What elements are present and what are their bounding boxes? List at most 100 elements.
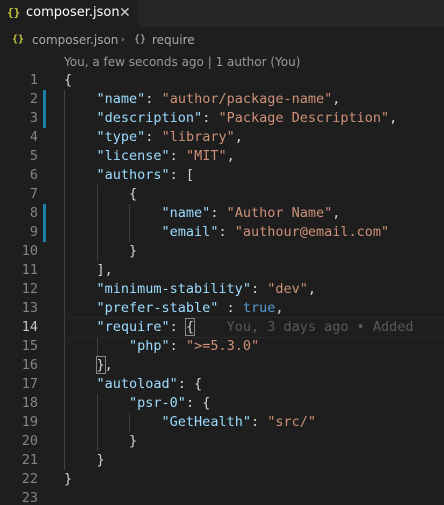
code-line[interactable]: 9 "email": "authour@email.com" bbox=[0, 223, 444, 242]
json-punctuation bbox=[64, 338, 129, 354]
chevron-right-icon: › bbox=[121, 35, 125, 45]
line-code: } bbox=[64, 451, 105, 470]
modified-line-marker[interactable] bbox=[43, 204, 46, 223]
line-number: 11 bbox=[21, 262, 38, 278]
line-number: 5 bbox=[29, 148, 38, 164]
line-code: "email": "authour@email.com" bbox=[64, 223, 390, 242]
line-code: }, bbox=[64, 356, 113, 375]
json-key: "type" bbox=[96, 129, 146, 145]
json-punctuation: } bbox=[64, 243, 138, 259]
line-code: "autoload": { bbox=[64, 375, 203, 394]
breadcrumb-symbol[interactable]: require bbox=[152, 29, 195, 51]
code-line[interactable]: 22} bbox=[0, 470, 444, 489]
json-punctuation bbox=[64, 224, 162, 240]
line-number: 10 bbox=[21, 243, 38, 259]
code-line[interactable]: 8 "name": "Author Name", bbox=[0, 204, 444, 223]
code-line[interactable]: 2 "name": "author/package-name", bbox=[0, 90, 444, 109]
json-punctuation: ], bbox=[64, 262, 113, 278]
json-string: "Author Name" bbox=[226, 205, 333, 221]
line-number: 13 bbox=[21, 300, 38, 316]
json-punctuation: : [ bbox=[169, 167, 195, 183]
json-string: "Package Description" bbox=[218, 110, 390, 126]
code-editor[interactable]: 1{2 "name": "author/package-name", 3 "des… bbox=[0, 71, 444, 505]
code-line[interactable]: 1{ bbox=[0, 71, 444, 90]
json-key: "minimum-stability" bbox=[96, 281, 251, 297]
code-line[interactable]: 13 "prefer-stable" : true, bbox=[0, 299, 444, 318]
code-line[interactable]: 6 "authors": [ bbox=[0, 166, 444, 185]
code-line[interactable]: 12 "minimum-stability": "dev", bbox=[0, 280, 444, 299]
line-number: 8 bbox=[29, 205, 38, 221]
json-file-icon: {} bbox=[12, 34, 25, 45]
code-line[interactable]: 17 "autoload": { bbox=[0, 375, 444, 394]
json-key: "email" bbox=[161, 224, 219, 240]
json-punctuation: } bbox=[64, 471, 73, 487]
json-punctuation bbox=[64, 357, 97, 373]
line-code: ], bbox=[64, 261, 113, 280]
code-line[interactable]: 16 }, bbox=[0, 356, 444, 375]
matched-bracket: { bbox=[184, 318, 196, 336]
code-line[interactable]: 7 { bbox=[0, 185, 444, 204]
json-punctuation: : bbox=[250, 281, 268, 297]
modified-line-marker[interactable] bbox=[43, 223, 46, 242]
line-code: "description": "Package Description", bbox=[64, 109, 398, 128]
code-line[interactable]: 3 "description": "Package Description", bbox=[0, 109, 444, 128]
code-line[interactable]: 15 "php": ">=5.3.0" bbox=[0, 337, 444, 356]
json-punctuation bbox=[64, 376, 97, 392]
json-punctuation bbox=[64, 395, 129, 411]
json-punctuation: : bbox=[250, 414, 268, 430]
json-key: "autoload" bbox=[96, 376, 178, 392]
json-punctuation: : bbox=[202, 110, 219, 126]
json-key: "license" bbox=[96, 148, 170, 164]
line-number: 3 bbox=[29, 110, 38, 126]
json-punctuation: , bbox=[332, 91, 341, 107]
modified-line-marker[interactable] bbox=[43, 90, 46, 109]
breadcrumb-file[interactable]: composer.json bbox=[32, 29, 118, 51]
json-punctuation bbox=[64, 319, 97, 335]
code-line[interactable]: 21 } bbox=[0, 451, 444, 470]
line-number: 18 bbox=[21, 395, 38, 411]
code-line[interactable]: 5 "license": "MIT", bbox=[0, 147, 444, 166]
code-line[interactable]: 20 } bbox=[0, 432, 444, 451]
json-punctuation bbox=[64, 281, 97, 297]
code-line[interactable]: 11 ], bbox=[0, 261, 444, 280]
json-key: "name" bbox=[96, 91, 146, 107]
tab-bar: {} composer.json ✕ bbox=[0, 0, 444, 27]
breadcrumb: {} composer.json › {} require bbox=[0, 29, 444, 51]
json-punctuation: , bbox=[226, 148, 235, 164]
json-string: ">=5.3.0" bbox=[185, 338, 260, 354]
json-punctuation: : bbox=[169, 148, 186, 164]
modified-line-marker[interactable] bbox=[43, 109, 46, 128]
json-punctuation: { bbox=[64, 72, 73, 88]
json-punctuation bbox=[64, 205, 162, 221]
tab-label[interactable]: composer.json bbox=[26, 4, 120, 22]
json-key: "prefer-stable" bbox=[96, 300, 219, 316]
line-code: "name": "Author Name", bbox=[64, 204, 341, 223]
line-code: } bbox=[64, 432, 137, 451]
line-number: 20 bbox=[21, 433, 38, 449]
code-line[interactable]: 23 bbox=[0, 489, 444, 505]
json-punctuation bbox=[64, 129, 97, 145]
json-punctuation: , bbox=[104, 357, 113, 373]
line-code: "require": { You, 3 days ago • Added bbox=[64, 318, 414, 337]
line-code: "name": "author/package-name", bbox=[64, 90, 341, 109]
line-number: 4 bbox=[29, 129, 38, 145]
tab-composer-json[interactable]: {} composer.json ✕ bbox=[0, 0, 138, 27]
line-number: 12 bbox=[21, 281, 38, 297]
code-line[interactable]: 19 "GetHealth": "src/" bbox=[0, 413, 444, 432]
line-code: { bbox=[64, 185, 137, 204]
line-code: { bbox=[64, 71, 72, 90]
object-symbol-icon: {} bbox=[134, 34, 147, 45]
json-punctuation: , bbox=[234, 129, 243, 145]
line-number: 1 bbox=[29, 72, 38, 88]
code-line[interactable]: 18 "psr-0": { bbox=[0, 394, 444, 413]
line-code: "psr-0": { bbox=[64, 394, 210, 413]
codelens-blame[interactable]: You, a few seconds ago | 1 author (You) bbox=[64, 53, 300, 71]
json-punctuation: : bbox=[218, 300, 243, 316]
line-code: "minimum-stability": "dev", bbox=[64, 280, 316, 299]
close-icon[interactable]: ✕ bbox=[119, 3, 131, 23]
json-key: "description" bbox=[96, 110, 203, 126]
code-line[interactable]: 4 "type": "library", bbox=[0, 128, 444, 147]
code-line[interactable]: 14 "require": { You, 3 days ago • Added bbox=[0, 317, 444, 338]
code-line[interactable]: 10 } bbox=[0, 242, 444, 261]
line-code: } bbox=[64, 470, 72, 489]
